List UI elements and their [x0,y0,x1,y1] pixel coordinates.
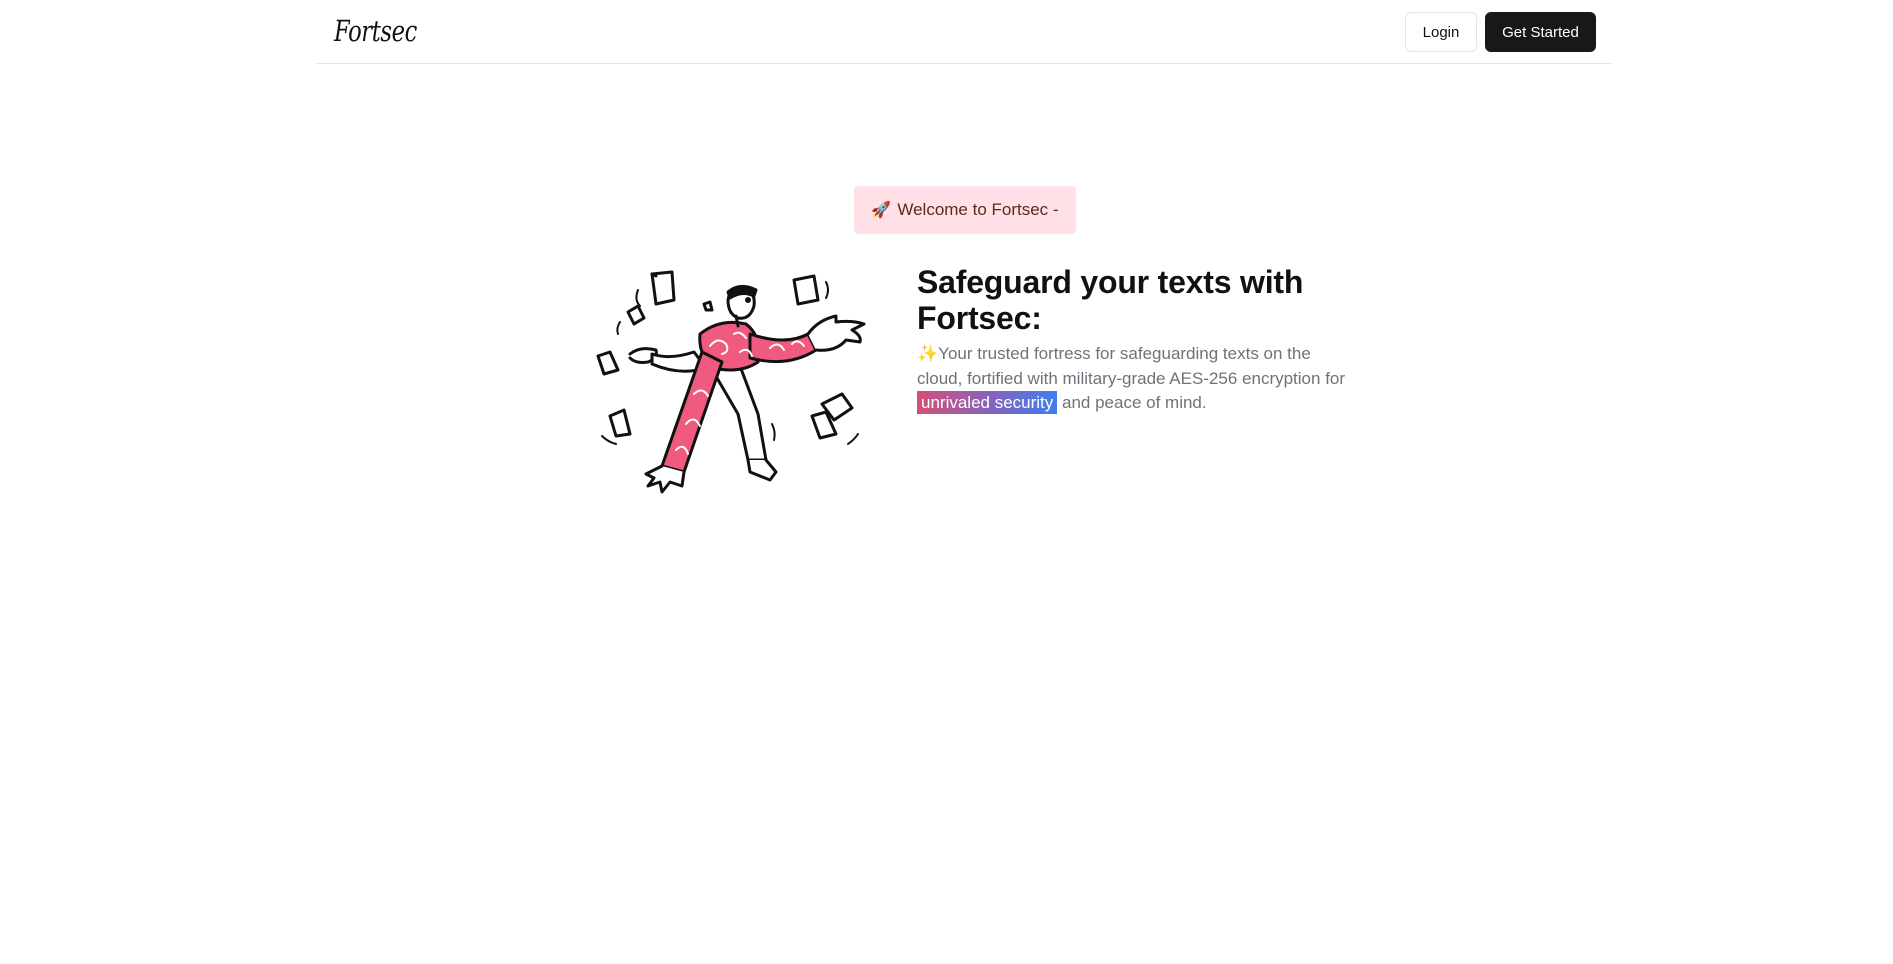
hero-description-end: and peace of mind. [1057,393,1207,412]
login-button[interactable]: Login [1405,12,1477,52]
hero-title: Safeguard your texts with Fortsec: [917,264,1304,336]
highlighted-text: unrivaled security [917,391,1058,414]
navbar: Fortsec Login Get Started [316,0,1612,64]
hero-description: ✨Your trusted fortress for safeguarding … [917,342,1347,416]
nav-actions: Login Get Started [1405,12,1596,52]
brand-logo[interactable]: Fortsec [334,14,417,48]
hero-illustration [596,270,866,494]
hero-description-text: Your trusted fortress for safeguarding t… [917,344,1346,388]
get-started-button[interactable]: Get Started [1485,12,1596,52]
welcome-badge-text: Welcome to Fortsec - [897,200,1059,219]
sparkles-icon: ✨ [917,344,939,363]
paper-icon [650,270,676,306]
hero-text: Safeguard your texts with Fortsec: ✨Your… [917,264,1347,416]
paper-icon [792,274,820,306]
welcome-badge: 🚀 Welcome to Fortsec - [854,186,1076,234]
rocket-icon: 🚀 [871,202,892,219]
